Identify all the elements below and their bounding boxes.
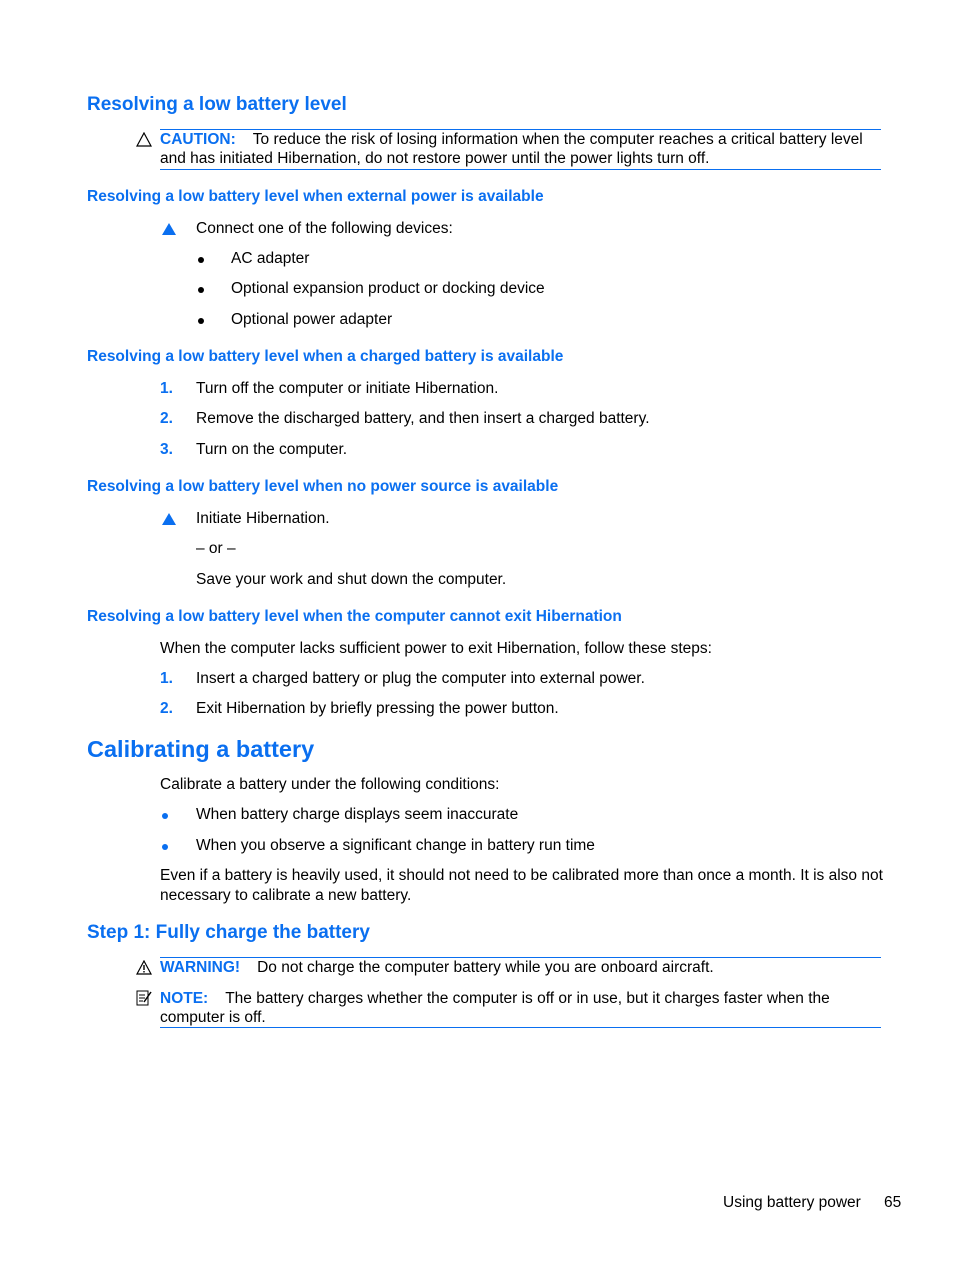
list-item: AC adapter xyxy=(231,250,310,267)
page-number: 65 xyxy=(884,1194,902,1211)
note-label: NOTE: xyxy=(160,990,209,1007)
warning-text: WARNING! Do not charge the computer batte… xyxy=(160,959,714,976)
bullet-icon xyxy=(198,257,204,263)
step-number: 3. xyxy=(160,441,173,458)
note-icon xyxy=(136,990,152,1006)
caution-bottom-rule xyxy=(160,169,881,170)
step-text: Turn off the computer or initiate Hibern… xyxy=(196,380,499,397)
note-line2: computer is off. xyxy=(160,1009,266,1026)
list-item: When you observe a significant change in… xyxy=(196,837,595,854)
warning-icon xyxy=(136,960,152,975)
calibration-paragraph: Even if a battery is heavily used, it sh… xyxy=(160,867,883,904)
step-text: Turn on the computer. xyxy=(196,441,348,458)
subsection-title-external: Resolving a low battery level when exter… xyxy=(87,188,544,205)
bullet-icon xyxy=(198,318,204,324)
subsection-title-no-power: Resolving a low battery level when no po… xyxy=(87,478,559,495)
or-separator: – or – xyxy=(196,540,236,557)
section-title-step1: Step 1: Fully charge the battery xyxy=(87,922,370,943)
step-number: 2. xyxy=(160,410,173,427)
step-text: Remove the discharged battery, and then … xyxy=(196,410,650,427)
step-text: Insert a charged battery or plug the com… xyxy=(196,670,645,687)
list-item: Optional expansion product or docking de… xyxy=(231,280,545,297)
step-text: Connect one of the following devices: xyxy=(196,220,453,237)
section-title-low-battery: Resolving a low battery level xyxy=(87,94,347,115)
intro-text: When the computer lacks sufficient power… xyxy=(160,640,712,657)
step-text: Initiate Hibernation. xyxy=(196,510,330,527)
step-number: 1. xyxy=(160,380,173,397)
step-number: 2. xyxy=(160,700,173,717)
subsection-title-cannot-exit: Resolving a low battery level when the c… xyxy=(87,608,622,625)
list-item: When battery charge displays seem inaccu… xyxy=(196,806,519,823)
bullet-icon xyxy=(162,844,168,850)
warning-top-rule xyxy=(160,957,881,958)
note-bottom-rule xyxy=(160,1027,881,1028)
caution-label: CAUTION: xyxy=(160,131,236,148)
warning-label: WARNING! xyxy=(160,959,241,976)
subsection-title-charged: Resolving a low battery level when a cha… xyxy=(87,348,564,365)
intro-text: Calibrate a battery under the following … xyxy=(160,776,500,793)
bullet-icon xyxy=(198,287,204,293)
step-number: 1. xyxy=(160,670,173,687)
bullet-icon xyxy=(162,813,168,819)
footer-section-name: Using battery power xyxy=(723,1194,861,1211)
step-alt-text: Save your work and shut down the compute… xyxy=(196,571,507,588)
step-triangle-icon xyxy=(162,223,176,235)
section-title-calibrating: Calibrating a battery xyxy=(87,736,315,762)
list-item: Optional power adapter xyxy=(231,311,393,328)
caution-line2: and has initiated Hibernation, do not re… xyxy=(160,150,710,167)
step-triangle-icon xyxy=(162,513,176,525)
caution-icon xyxy=(136,132,152,147)
caution-top-rule xyxy=(160,129,881,130)
step-text: Exit Hibernation by briefly pressing the… xyxy=(196,700,559,717)
note-line1: NOTE: The battery charges whether the com… xyxy=(160,990,830,1007)
caution-line1: CAUTION: To reduce the risk of losing inf… xyxy=(160,131,863,148)
